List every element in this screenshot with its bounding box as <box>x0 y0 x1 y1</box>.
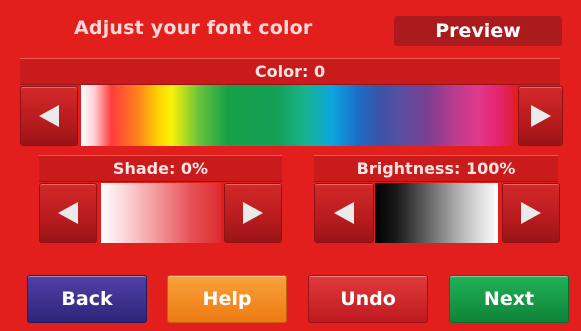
brightness-slider-cursor[interactable] <box>495 183 498 243</box>
brightness-decrease-button[interactable] <box>314 183 374 243</box>
page-title: Adjust your font color <box>74 17 313 39</box>
shade-slider-cursor[interactable] <box>101 183 104 243</box>
back-button[interactable]: Back <box>27 275 147 323</box>
thermostat-screen: Adjust your font color Preview Color: 0 … <box>0 0 581 331</box>
left-arrow-icon <box>334 202 354 224</box>
brightness-label: Brightness: 100% <box>314 155 558 182</box>
shade-label: Shade: 0% <box>39 155 282 182</box>
right-arrow-icon <box>530 105 551 127</box>
right-arrow-icon <box>521 202 541 224</box>
brightness-increase-button[interactable] <box>502 183 560 243</box>
color-label: Color: 0 <box>20 58 560 85</box>
shade-decrease-button[interactable] <box>39 183 97 243</box>
color-increase-button[interactable] <box>518 86 563 146</box>
preview-button[interactable]: Preview <box>394 16 562 46</box>
color-slider-cursor[interactable] <box>81 85 84 146</box>
right-arrow-icon <box>243 202 263 224</box>
left-arrow-icon <box>39 105 59 127</box>
color-spectrum-slider[interactable] <box>81 85 513 146</box>
undo-button[interactable]: Undo <box>308 275 428 323</box>
shade-increase-button[interactable] <box>224 183 282 243</box>
help-button[interactable]: Help <box>167 275 287 323</box>
shade-gradient-slider[interactable] <box>101 183 221 243</box>
color-decrease-button[interactable] <box>20 86 78 146</box>
next-button[interactable]: Next <box>449 275 569 323</box>
brightness-gradient-slider[interactable] <box>375 183 498 243</box>
left-arrow-icon <box>58 202 78 224</box>
